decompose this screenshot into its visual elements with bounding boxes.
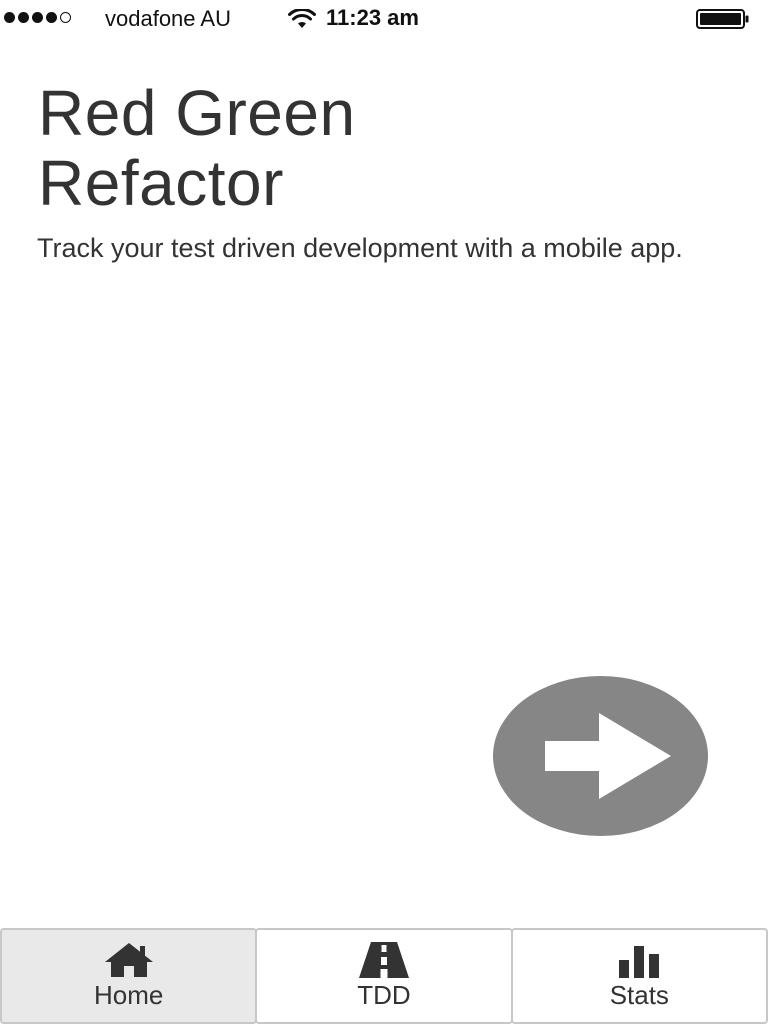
status-time: 11:23 am [326,5,419,30]
tab-home[interactable]: Home [0,928,258,1024]
signal-strength-icon [4,12,71,23]
tab-stats-label: Stats [609,980,669,1010]
page-subtitle: Track your test driven development with … [37,233,683,263]
carrier-name: vodafone AU [105,6,231,31]
app-screen: vodafone AU 11:23 am Red Green Refactor … [0,0,768,1024]
status-bar: vodafone AU 11:23 am [0,0,768,38]
tab-home-label: Home [93,980,164,1010]
page-title: Red Green Refactor [38,78,598,218]
wifi-icon [288,9,316,28]
bar-chart-icon [619,946,660,978]
home-icon [104,943,153,977]
battery-icon [696,9,749,29]
tab-stats[interactable]: Stats [510,928,768,1024]
arrow-right-icon [545,713,671,799]
road-icon [358,942,409,978]
tab-tdd-label: TDD [357,980,411,1010]
title-line-2: Refactor [38,147,284,219]
title-line-1: Red Green [38,77,356,149]
next-button[interactable] [493,676,708,836]
tab-bar: Home TDD Stats [0,928,768,1024]
tab-tdd[interactable]: TDD [255,928,513,1024]
